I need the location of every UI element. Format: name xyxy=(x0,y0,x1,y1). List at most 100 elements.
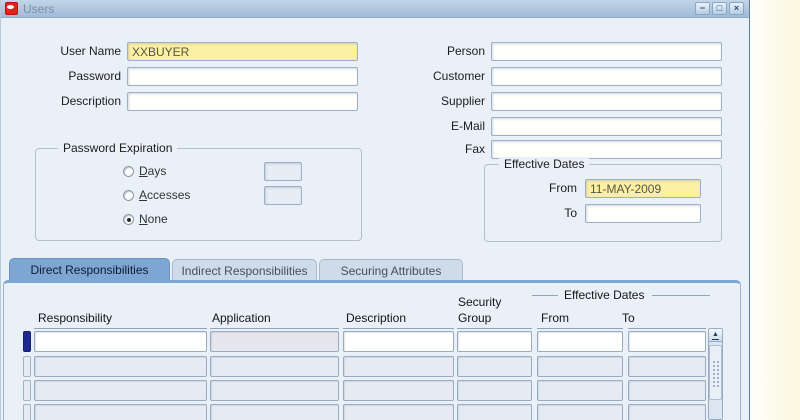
close-icon[interactable]: × xyxy=(729,2,744,15)
cell-security-group[interactable] xyxy=(457,331,532,352)
cell-responsibility xyxy=(34,404,207,420)
cell-to[interactable] xyxy=(628,331,706,352)
person-input[interactable] xyxy=(491,42,722,61)
cell-application xyxy=(210,380,339,401)
effective-dates-legend: Effective Dates xyxy=(499,157,590,171)
accesses-input[interactable] xyxy=(264,186,302,205)
col-header-from: From xyxy=(541,311,569,325)
underline-responsibility xyxy=(34,328,207,329)
cell-to xyxy=(628,380,706,401)
cell-application xyxy=(210,356,339,377)
password-expiration-legend: Password Expiration xyxy=(58,141,178,155)
tab-direct-responsibilities[interactable]: Direct Responsibilities xyxy=(9,258,170,281)
cell-from[interactable] xyxy=(537,331,623,352)
cell-description xyxy=(343,380,454,401)
email-input[interactable] xyxy=(491,117,722,136)
record-indicator xyxy=(23,404,31,420)
effective-dates-group: Effective Dates From To xyxy=(484,157,722,242)
user-name-label: User Name xyxy=(60,44,121,58)
oracle-logo-icon xyxy=(5,2,18,15)
cell-from xyxy=(537,380,623,401)
underline-application xyxy=(210,328,339,329)
record-indicator[interactable] xyxy=(23,331,31,352)
security-group-header-line2: Group xyxy=(458,311,492,325)
effective-dates-column-header: Effective Dates xyxy=(564,288,645,302)
radio-days-label: Days xyxy=(139,163,166,179)
cell-responsibility[interactable] xyxy=(34,331,207,352)
radio-accesses-label: Accesses xyxy=(139,187,190,203)
window-titlebar[interactable]: Users − □ × xyxy=(1,0,749,18)
cell-to xyxy=(628,404,706,420)
days-mnemonic: D xyxy=(139,164,148,178)
cell-application xyxy=(210,404,339,420)
radio-days[interactable] xyxy=(123,166,134,177)
effective-dates-line-left xyxy=(532,295,558,296)
supplier-label: Supplier xyxy=(440,94,485,108)
cell-security-group xyxy=(457,380,532,401)
cell-description xyxy=(343,356,454,377)
col-header-application: Application xyxy=(212,311,271,325)
oracle-ring xyxy=(7,5,14,9)
days-rest: ays xyxy=(147,164,167,178)
underline-security-group xyxy=(457,328,532,329)
effective-to-label: To xyxy=(564,206,577,220)
cell-responsibility xyxy=(34,356,207,377)
col-header-responsibility: Responsibility xyxy=(38,311,113,325)
effective-from-input[interactable] xyxy=(585,179,701,198)
users-window: Users − □ × User Name Password Descripti… xyxy=(0,0,750,420)
tab-securing-attributes[interactable]: Securing Attributes xyxy=(319,259,463,282)
cell-to xyxy=(628,356,706,377)
record-indicator xyxy=(23,356,31,377)
scroll-up-bar xyxy=(712,339,719,340)
effective-from-label: From xyxy=(549,181,577,195)
cell-application[interactable] xyxy=(210,331,339,352)
window-title: Users xyxy=(23,2,55,16)
cell-responsibility xyxy=(34,380,207,401)
radio-none[interactable] xyxy=(123,214,134,225)
scrollbar-thumb[interactable] xyxy=(709,345,722,400)
description-label: Description xyxy=(60,94,121,108)
effective-dates-line-right xyxy=(652,295,710,296)
tab-indirect-responsibilities[interactable]: Indirect Responsibilities xyxy=(172,259,317,282)
radio-accesses[interactable] xyxy=(123,190,134,201)
window-controls: − □ × xyxy=(695,2,744,15)
description-input[interactable] xyxy=(127,92,358,111)
col-header-description: Description xyxy=(346,311,407,325)
cell-from xyxy=(537,404,623,420)
vertical-scrollbar[interactable]: ▲ xyxy=(708,328,723,420)
password-label: Password xyxy=(68,69,121,83)
fax-label: Fax xyxy=(464,142,485,156)
effective-to-input[interactable] xyxy=(585,204,701,223)
password-input[interactable] xyxy=(127,67,358,86)
record-indicator xyxy=(23,380,31,401)
radio-none-label: None xyxy=(139,211,168,227)
cell-security-group xyxy=(457,356,532,377)
cell-description[interactable] xyxy=(343,331,454,352)
desktop-background: { "window": { "title": "Users", "icons":… xyxy=(0,0,800,420)
email-label: E-Mail xyxy=(450,119,485,133)
none-rest: one xyxy=(147,212,168,226)
customer-input[interactable] xyxy=(491,67,722,86)
underline-to xyxy=(628,328,706,329)
underline-from xyxy=(537,328,623,329)
accesses-rest: ccesses xyxy=(147,188,191,202)
underline-description xyxy=(343,328,454,329)
direct-responsibilities-panel: Security Group Effective Dates Responsib… xyxy=(3,280,741,420)
none-mnemonic: N xyxy=(139,212,148,226)
scrollbar-grip-dots xyxy=(712,360,721,388)
cell-description xyxy=(343,404,454,420)
scroll-up-icon[interactable]: ▲ xyxy=(709,329,722,342)
password-expiration-group: Password Expiration Days Accesses None xyxy=(35,141,362,241)
minimize-icon[interactable]: − xyxy=(695,2,710,15)
supplier-input[interactable] xyxy=(491,92,722,111)
user-name-input[interactable] xyxy=(127,42,358,61)
person-label: Person xyxy=(446,44,485,58)
col-header-to: To xyxy=(622,311,635,325)
accesses-mnemonic: A xyxy=(139,188,148,202)
maximize-icon[interactable]: □ xyxy=(712,2,727,15)
cell-security-group xyxy=(457,404,532,420)
days-input[interactable] xyxy=(264,162,302,181)
security-group-header-line1: Security xyxy=(458,295,502,309)
customer-label: Customer xyxy=(432,69,485,83)
cell-from xyxy=(537,356,623,377)
